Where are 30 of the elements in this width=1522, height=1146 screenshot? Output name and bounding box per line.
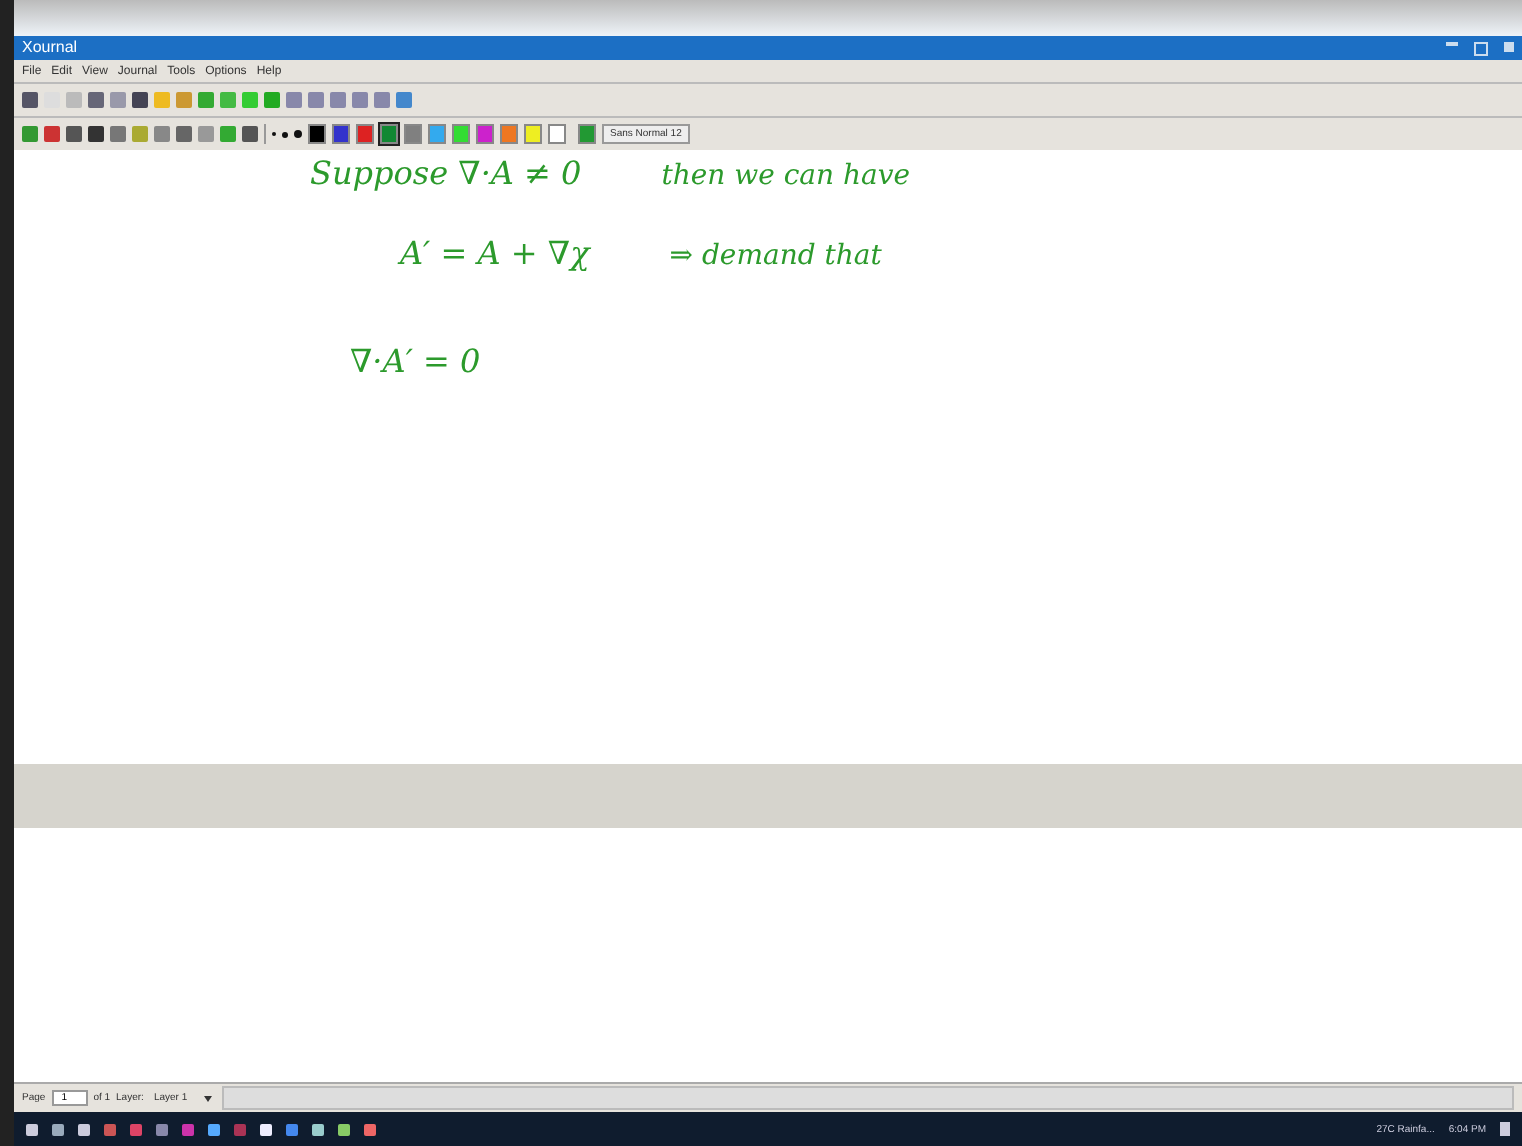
taskbar-icon[interactable] — [78, 1123, 90, 1135]
color-swatch[interactable] — [356, 124, 374, 144]
taskbar-icon[interactable] — [52, 1123, 64, 1135]
taskbar-icon[interactable] — [312, 1123, 324, 1135]
handwritten-text: A′ = A + ∇χ — [400, 234, 590, 272]
color-swatch[interactable] — [476, 124, 494, 144]
handwritten-text: Suppose ∇·A ≠ 0 — [310, 154, 582, 192]
handwritten-text: ⇒ demand that — [669, 240, 882, 272]
color-swatch[interactable] — [500, 124, 518, 144]
taskbar-icon[interactable] — [208, 1123, 220, 1135]
taskbar-icon[interactable] — [338, 1123, 350, 1135]
current-color-swatch[interactable] — [578, 124, 596, 144]
handwritten-text: then we can have — [661, 160, 911, 192]
color-swatch[interactable] — [332, 124, 350, 144]
taskbar-icon[interactable] — [26, 1123, 38, 1135]
notification-icon[interactable] — [1500, 1122, 1510, 1136]
caret-icon — [203, 1095, 212, 1101]
minimize-button[interactable] — [1446, 41, 1458, 45]
handwritten-text: ∇·A′ = 0 — [350, 342, 481, 380]
maximize-button[interactable] — [1474, 41, 1488, 55]
color-swatch[interactable] — [548, 124, 566, 144]
window-title: Xournal — [22, 38, 78, 58]
color-swatch[interactable] — [428, 124, 446, 144]
color-swatch[interactable] — [380, 124, 398, 144]
color-swatch[interactable] — [524, 124, 542, 144]
taskbar-icon[interactable] — [260, 1123, 272, 1135]
color-swatch[interactable] — [308, 124, 326, 144]
color-swatch[interactable] — [452, 124, 470, 144]
color-swatch[interactable] — [404, 124, 422, 144]
close-button[interactable] — [1504, 41, 1514, 51]
